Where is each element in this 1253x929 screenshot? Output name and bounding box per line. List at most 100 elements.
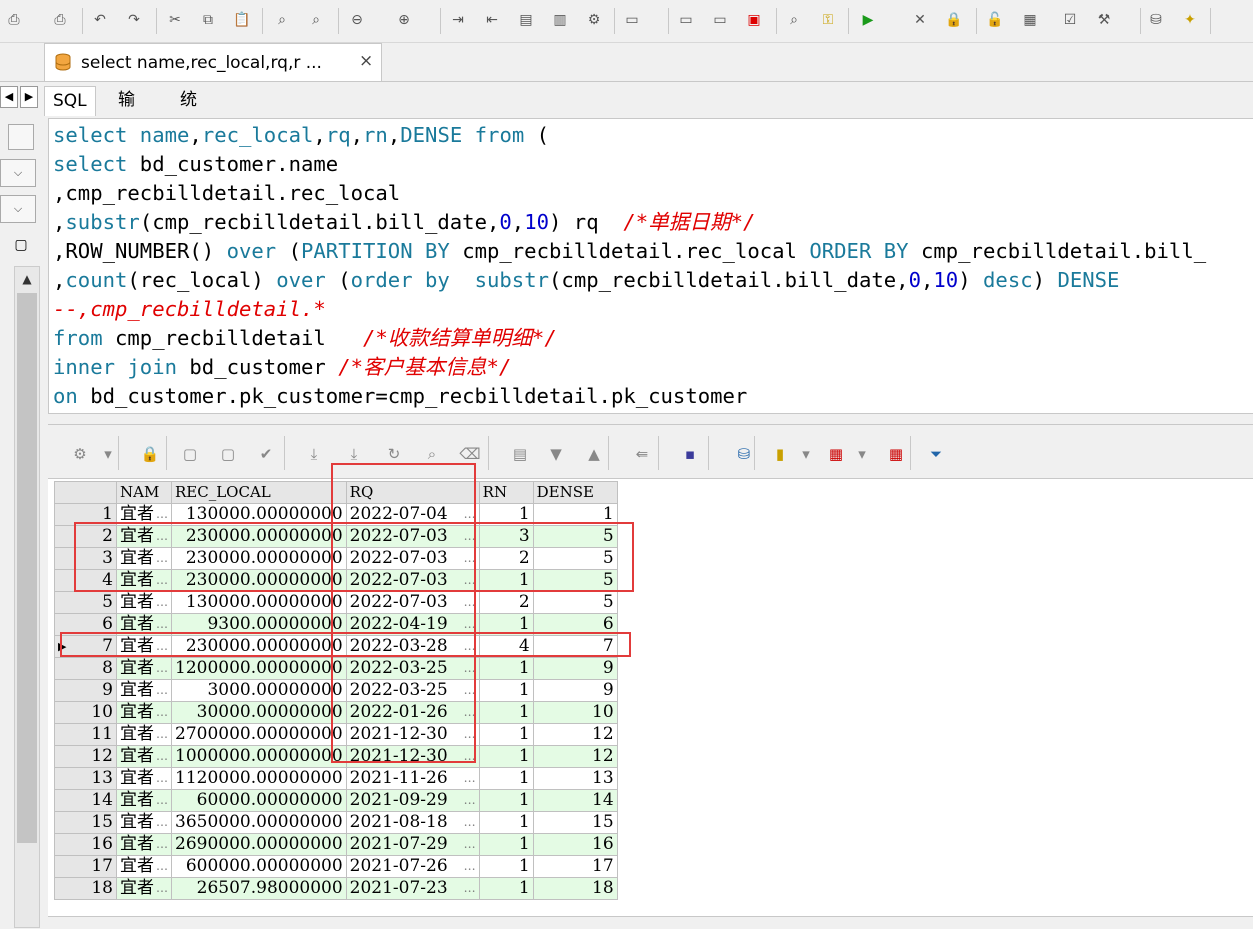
sort-down-icon[interactable]: ▼ bbox=[546, 444, 566, 464]
cell-rq[interactable]: 2022-01-26… bbox=[345, 701, 480, 724]
printer-setup-icon[interactable]: ⎙ bbox=[50, 10, 70, 30]
table-icon[interactable]: ▦ bbox=[826, 444, 846, 464]
indent-icon[interactable]: ⇥ bbox=[448, 10, 468, 30]
table-row[interactable]: 14 宜者… 60000.00000000 2021-09-29… 1 14 bbox=[54, 789, 618, 812]
table-row[interactable]: 18 宜者… 26507.98000000 2021-07-23… 1 18 bbox=[54, 877, 618, 900]
code-line[interactable]: ,substr(cmp_recbilldetail.bill_date,0,10… bbox=[53, 208, 755, 237]
tab-statistics[interactable]: 统计表 bbox=[172, 86, 205, 168]
save-icon[interactable]: ▪ bbox=[680, 444, 700, 464]
back-icon[interactable]: ⊖ bbox=[347, 10, 367, 30]
row-number[interactable]: 14 bbox=[54, 789, 117, 812]
cell-rq[interactable]: 2021-07-23… bbox=[345, 877, 480, 900]
cell-dense[interactable]: 13 bbox=[532, 767, 618, 790]
cell-dense[interactable]: 5 bbox=[532, 547, 618, 570]
table-row[interactable]: 2 宜者… 230000.00000000 2022-07-03… 3 5 bbox=[54, 525, 618, 548]
scroll-thumb[interactable] bbox=[17, 293, 37, 843]
cell-name[interactable]: 宜者… bbox=[116, 525, 172, 548]
nav-right-icon[interactable]: ▶ bbox=[20, 86, 38, 108]
cell-name[interactable]: 宜者… bbox=[116, 833, 172, 856]
new-doc-icon[interactable]: ▢ bbox=[8, 232, 34, 258]
cell-rec-local[interactable]: 230000.00000000 bbox=[171, 569, 347, 592]
cell-dense[interactable]: 10 bbox=[532, 701, 618, 724]
table-dropdown-icon[interactable]: ▾ bbox=[852, 444, 872, 464]
cell-name[interactable]: 宜者… bbox=[116, 635, 172, 658]
code-line[interactable]: --,cmp_recbilldetail.* bbox=[53, 295, 326, 324]
cell-rn[interactable]: 1 bbox=[478, 679, 534, 702]
chart-icon[interactable]: ▮ bbox=[770, 444, 790, 464]
cell-rn[interactable]: 1 bbox=[478, 745, 534, 768]
cell-rq[interactable]: 2022-07-03… bbox=[345, 591, 480, 614]
column-header-rq[interactable]: RQ bbox=[345, 481, 480, 504]
last-icon[interactable]: ⤓ bbox=[344, 444, 364, 464]
cell-dense[interactable]: 17 bbox=[532, 855, 618, 878]
cell-rec-local[interactable]: 1000000.00000000 bbox=[171, 745, 347, 768]
side-dropdown-1[interactable]: ⌵ bbox=[0, 159, 36, 187]
table-row[interactable]: 5 宜者… 130000.00000000 2022-07-03… 2 5 bbox=[54, 591, 618, 614]
cell-rq[interactable]: 2022-03-25… bbox=[345, 657, 480, 680]
export-table-icon[interactable]: ▦ bbox=[886, 444, 906, 464]
run-icon[interactable]: ▶ bbox=[858, 10, 878, 30]
table-row[interactable]: 10 宜者… 30000.00000000 2022-01-26… 1 10 bbox=[54, 701, 618, 724]
post-icon[interactable]: ✔ bbox=[256, 444, 276, 464]
export-icon[interactable]: ▤ bbox=[510, 444, 530, 464]
cell-rec-local[interactable]: 1120000.00000000 bbox=[171, 767, 347, 790]
task-icon[interactable]: ☑ bbox=[1060, 10, 1080, 30]
cell-name[interactable]: 宜者… bbox=[116, 701, 172, 724]
tab-sql[interactable]: SQL bbox=[44, 86, 96, 116]
cell-name[interactable]: 宜者… bbox=[116, 723, 172, 746]
cell-name[interactable]: 宜者… bbox=[116, 569, 172, 592]
cell-rn[interactable]: 4 bbox=[478, 635, 534, 658]
stop-icon[interactable]: ✕ bbox=[910, 10, 930, 30]
table-row[interactable]: 13 宜者… 1120000.00000000 2021-11-26… 1 13 bbox=[54, 767, 618, 790]
cell-rn[interactable]: 1 bbox=[478, 789, 534, 812]
cell-rn[interactable]: 2 bbox=[478, 547, 534, 570]
cell-rq[interactable]: 2022-04-19… bbox=[345, 613, 480, 636]
cell-dense[interactable]: 5 bbox=[532, 591, 618, 614]
row-number[interactable]: 12 bbox=[54, 745, 117, 768]
cell-rec-local[interactable]: 130000.00000000 bbox=[171, 503, 347, 526]
cell-dense[interactable]: 7 bbox=[532, 635, 618, 658]
code-line[interactable]: ,ROW_NUMBER() over (PARTITION BY cmp_rec… bbox=[53, 237, 1206, 266]
table-row[interactable]: 11 宜者… 2700000.00000000 2021-12-30… 1 12 bbox=[54, 723, 618, 746]
cut-icon[interactable]: ✂ bbox=[165, 10, 185, 30]
print-icon[interactable]: ⎙ bbox=[4, 10, 24, 30]
cell-dense[interactable]: 14 bbox=[532, 789, 618, 812]
cell-dense[interactable]: 18 bbox=[532, 877, 618, 900]
nav-left-icon[interactable]: ◀ bbox=[0, 86, 18, 108]
cell-name[interactable]: 宜者… bbox=[116, 789, 172, 812]
cell-rec-local[interactable]: 3000.00000000 bbox=[171, 679, 347, 702]
cell-rn[interactable]: 1 bbox=[478, 503, 534, 526]
cell-rn[interactable]: 1 bbox=[478, 833, 534, 856]
cell-rec-local[interactable]: 230000.00000000 bbox=[171, 547, 347, 570]
table-row[interactable]: 1 宜者… 130000.00000000 2022-07-04… 1 1 bbox=[54, 503, 618, 526]
session-icon[interactable]: ▦ bbox=[1020, 10, 1040, 30]
refresh-icon[interactable]: ↻ bbox=[384, 444, 404, 464]
cell-rec-local[interactable]: 230000.00000000 bbox=[171, 525, 347, 548]
key-icon[interactable]: ⚿ bbox=[818, 10, 838, 30]
cell-name[interactable]: 宜者… bbox=[116, 877, 172, 900]
find-icon[interactable]: ⌕ bbox=[272, 10, 292, 30]
column-header-dense[interactable]: DENSE bbox=[532, 481, 618, 504]
cell-rec-local[interactable]: 3650000.00000000 bbox=[171, 811, 347, 834]
db-icon[interactable]: ⛁ bbox=[1146, 10, 1166, 30]
cell-name[interactable]: 宜者… bbox=[116, 679, 172, 702]
cell-rn[interactable]: 1 bbox=[478, 657, 534, 680]
column-header-rec-local[interactable]: REC_LOCAL bbox=[171, 481, 347, 504]
cell-rec-local[interactable]: 230000.00000000 bbox=[171, 635, 347, 658]
table-row[interactable]: 6 宜者… 9300.00000000 2022-04-19… 1 6 bbox=[54, 613, 618, 636]
row-number[interactable]: 17 bbox=[54, 855, 117, 878]
chart-dropdown-icon[interactable]: ▾ bbox=[796, 444, 816, 464]
query-icon[interactable]: ⛁ bbox=[734, 444, 754, 464]
code-line[interactable]: select bd_customer.name bbox=[53, 150, 338, 179]
row-number[interactable]: 11 bbox=[54, 723, 117, 746]
cell-rq[interactable]: 2021-09-29… bbox=[345, 789, 480, 812]
undo-icon[interactable]: ↶ bbox=[90, 10, 110, 30]
connection-icon[interactable]: ⚙ bbox=[584, 10, 604, 30]
cell-rq[interactable]: 2021-12-30… bbox=[345, 745, 480, 768]
cell-name[interactable]: 宜者… bbox=[116, 811, 172, 834]
row-number[interactable]: 18 bbox=[54, 877, 117, 900]
cell-dense[interactable]: 5 bbox=[532, 569, 618, 592]
cell-rec-local[interactable]: 9300.00000000 bbox=[171, 613, 347, 636]
splitter[interactable] bbox=[48, 413, 1253, 425]
explain-icon[interactable]: ⌕ bbox=[784, 10, 804, 30]
